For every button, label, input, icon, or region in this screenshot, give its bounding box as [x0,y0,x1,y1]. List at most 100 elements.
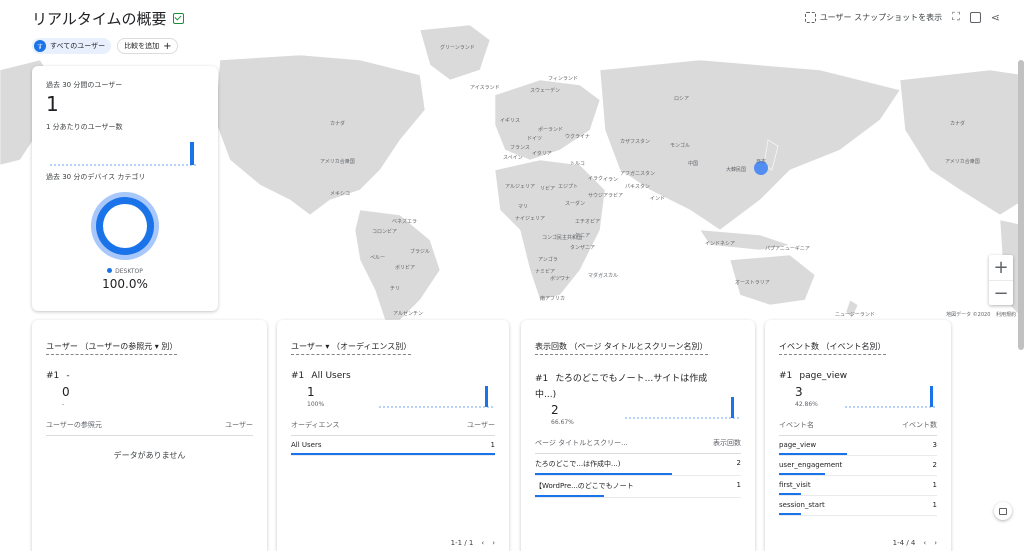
card4-title[interactable]: イベント数 （イベント名別） [779,341,886,355]
map-label-turkey: トルコ [570,161,585,167]
user-snapshot-button[interactable]: ユーザー スナップショットを表示 [804,11,942,23]
card2-row1-value: 1 [490,441,495,449]
card4-row2-bar [779,473,825,475]
card3-rank-number: #1 [535,374,549,384]
map-label-greenland: グリーンランド [440,45,475,51]
device-category-label: 過去 30 分のデバイス カテゴリ [46,173,146,181]
card4-pager-label: 1-4 / 4 [892,539,916,547]
card2-row1-bar [291,453,495,455]
segment-chip-label: すべてのユーザー [50,42,106,50]
map-terms-link[interactable]: 利用規約 [996,312,1016,318]
card3-title[interactable]: 表示回数 （ページ タイトルとスクリーン名別） [535,341,708,355]
card4-sparkline [845,386,937,408]
feedback-button[interactable] [994,502,1012,520]
map-label-chile: チリ [390,286,401,292]
map-label-ukraine: ウクライナ [565,134,590,140]
map-label-germany: ドイツ [527,136,543,142]
table-row[interactable]: たろのどこで...は作成中...) 2 [535,454,741,477]
card3-row2-name: 【WordPre...のどこでもノート [535,482,634,491]
zoom-in-button[interactable]: + [989,255,1013,280]
views-by-page-card: 表示回数 （ページ タイトルとスクリーン名別） #1 たろのどこでもノート...… [521,320,755,551]
desktop-percentage: 100.0% [102,277,148,291]
segment-avatar-icon: す [34,40,46,52]
table-row[interactable]: first_visit 1 [779,476,937,496]
card2-pager: 1-1 / 1 ‹ › [451,539,495,547]
share-icon[interactable]: ⋖ [991,11,1000,24]
card2-table-header: オーディエンス ユーザー [291,420,495,436]
map-label-indonesia: インドネシア [705,241,736,247]
card4-row1-name: page_view [779,441,817,449]
card3-row1-value: 2 [736,459,741,468]
card1-col1: ユーザーの参照元 [46,421,102,429]
map-attribution: 地図データ ©2020 利用規約 [946,311,1016,318]
card2-title[interactable]: ユーザー ▾ （オーディエンス別） [291,341,412,355]
card3-col1: ページ タイトルとスクリー... [535,439,628,448]
device-donut-chart[interactable] [46,188,204,264]
table-row[interactable]: 【WordPre...のどこでもノート 1 [535,476,741,499]
card4-row3-value: 1 [932,481,937,489]
map-label-nigeria: ナイジェリア [515,216,546,222]
map-label-angola: アンゴラ [538,257,558,263]
segment-chip-all-users[interactable]: す すべてのユーザー [32,38,112,54]
users-per-minute-sparkline [50,142,198,166]
fullscreen-icon[interactable]: ⛶ [952,10,960,24]
card4-row2-name: user_engagement [779,461,843,469]
customize-report-icon[interactable] [969,11,981,23]
card1-title[interactable]: ユーザー （ユーザーの参照元 ▾ 別） [46,341,178,355]
feedback-icon [999,507,1007,515]
users-by-audience-card: ユーザー ▾ （オーディエンス別） #1 All Users 1 100% オー… [277,320,509,551]
map-label-botswana: ボツワナ [550,276,571,282]
map-zoom-control: + − [989,255,1013,305]
table-row[interactable]: All Users 1 [291,436,495,456]
zoom-out-button[interactable]: − [989,280,1013,305]
plus-icon: + [163,40,172,52]
map-label-usa: アメリカ合衆国 [320,159,355,165]
map-label-mali: マリ [518,204,529,210]
map-label-saudi: サウジアラビア [588,193,624,199]
card4-row1-bar [779,453,847,455]
users-per-minute-label: 1 分あたりのユーザー数 [46,123,123,131]
map-label-spain: スペイン [503,155,523,161]
card1-top-rank: #1 - [46,371,253,381]
page-title-text: リアルタイムの概要 [32,10,167,28]
device-legend: DESKTOP [46,268,204,275]
map-label-namibia: ナミビア [535,269,556,275]
add-comparison-button[interactable]: 比較を追加 + [117,38,179,54]
table-row[interactable]: user_engagement 2 [779,456,937,476]
realtime-summary-card: 過去 30 分間のユーザー 1 1 分あたりのユーザー数 過去 30 分のデバイ… [32,66,218,311]
card1-top-sub: - [62,401,65,408]
chevron-right-icon[interactable]: › [492,539,495,547]
page-title: リアルタイムの概要 [32,8,184,29]
map-label-png: パプアニューギニア [765,246,810,252]
map-label-uk: イギリス [500,118,521,124]
filter-bar: す すべてのユーザー 比較を追加 + [32,38,179,54]
table-row[interactable]: page_view 3 [779,436,937,456]
card1-empty-message: データがありません [113,451,186,460]
add-comparison-label: 比較を追加 [124,42,160,50]
map-label-france: フランス [510,145,530,151]
map-label-russia: ロシア [674,96,690,102]
map-label-china: 中国 [688,161,699,167]
card4-row4-value: 1 [932,501,937,509]
chevron-left-icon[interactable]: ‹ [481,539,484,547]
chevron-left-icon[interactable]: ‹ [923,539,926,547]
map-label-tanzania: タンザニア [570,245,596,251]
map-label-poland: ポーランド [538,127,564,133]
users-per-minute-chart[interactable] [46,136,204,166]
card4-pager: 1-4 / 4 ‹ › [893,539,937,547]
page-scrollbar[interactable] [1018,60,1024,350]
map-label-finland: フィンランド [548,76,578,82]
card4-table-header: イベント名 イベント数 [779,420,937,436]
card1-top-value: 0 [62,385,70,399]
map-label-australia: オーストラリア [735,280,770,286]
card1-table-header: ユーザーの参照元 ユーザー [46,420,253,436]
map-label-venezuela: ベネズエラ [392,219,418,225]
map-label-pakistan: パキスタン [625,184,650,190]
chevron-right-icon[interactable]: › [934,539,937,547]
table-row[interactable]: session_start 1 [779,496,937,516]
card3-row1-bar [535,473,673,476]
map-label-korea: 大韓民国 [726,167,747,173]
map-label-brazil: ブラジル [410,249,430,255]
verified-check-icon[interactable] [172,13,184,24]
card4-row4-bar [779,513,802,515]
